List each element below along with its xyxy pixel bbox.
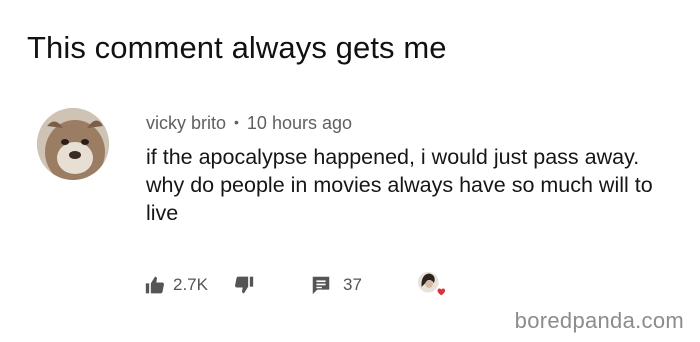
meta-separator: •: [234, 114, 239, 130]
comment-actions: 2.7K 37: [145, 270, 446, 300]
like-count: 2.7K: [173, 275, 208, 294]
watermark: boredpanda.com: [514, 308, 684, 333]
author-name[interactable]: vicky brito: [146, 113, 226, 133]
comment-icon[interactable]: [310, 274, 332, 296]
replies-action: 37: [310, 274, 362, 296]
dislike-action: [234, 275, 254, 295]
thumbs-down-icon[interactable]: [234, 275, 254, 295]
avatar[interactable]: [37, 108, 109, 180]
like-action: 2.7K: [145, 275, 208, 295]
creator-heart-icon[interactable]: [416, 270, 446, 300]
comment-meta: vicky brito • 10 hours ago: [146, 110, 686, 137]
meme-title: This comment always gets me: [27, 30, 447, 65]
reply-count: 37: [342, 275, 362, 294]
timestamp[interactable]: 10 hours ago: [247, 113, 352, 133]
comment-text: if the apocalypse happened, i would just…: [146, 145, 653, 225]
thumbs-up-icon[interactable]: [145, 275, 165, 295]
